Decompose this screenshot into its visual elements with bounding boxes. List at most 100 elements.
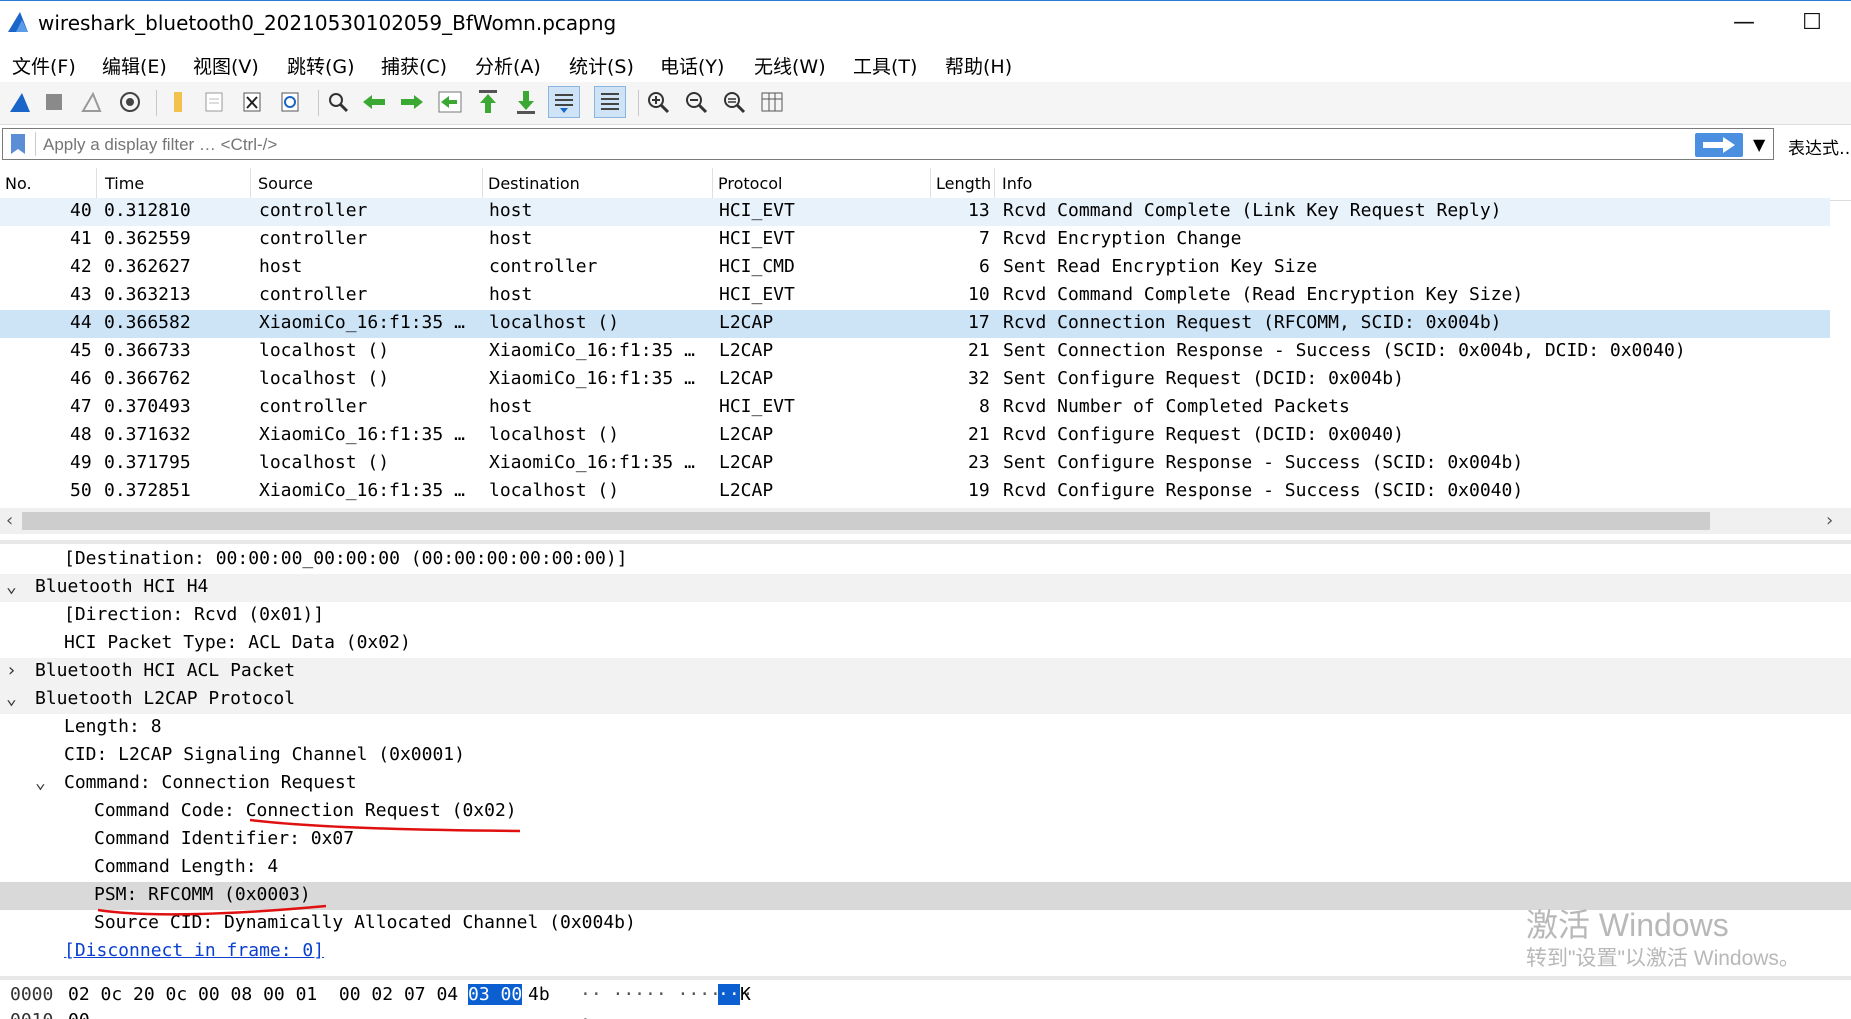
scroll-thumb[interactable]: [22, 512, 1710, 530]
menu-capture[interactable]: 捕获(C): [381, 52, 447, 79]
bytes-ascii: ·: [580, 1010, 591, 1019]
minimize-button[interactable]: —: [1724, 7, 1764, 39]
packet-protocol: L2CAP: [719, 424, 774, 445]
reload-icon[interactable]: [274, 86, 306, 118]
menu-statistics[interactable]: 统计(S): [569, 52, 634, 79]
window-title: wireshark_bluetooth0_20210530102059_BfWo…: [38, 11, 617, 35]
packet-row[interactable]: 48 0.371632 XiaomiCo_16:f1:35 … localhos…: [0, 422, 1830, 450]
packet-info: Sent Configure Request (DCID: 0x004b): [1003, 368, 1404, 389]
shark-fin-icon[interactable]: [4, 86, 36, 118]
bytes-ascii: K: [740, 984, 751, 1005]
column-protocol[interactable]: Protocol: [718, 174, 782, 193]
scroll-right-icon[interactable]: ›: [1826, 510, 1833, 531]
go-forward-icon[interactable]: [396, 86, 428, 118]
packet-source: localhost (): [259, 340, 390, 361]
packet-list-hscrollbar[interactable]: ‹ ›: [0, 508, 1851, 534]
menu-go[interactable]: 跳转(G): [287, 52, 355, 79]
packet-source: XiaomiCo_16:f1:35 …: [259, 480, 465, 501]
packet-info: Sent Configure Response - Success (SCID:…: [1003, 452, 1524, 473]
first-packet-icon[interactable]: [472, 86, 504, 118]
packet-row[interactable]: 43 0.363213 controller host HCI_EVT 10 R…: [0, 282, 1830, 310]
column-time[interactable]: Time: [105, 174, 144, 193]
last-packet-icon[interactable]: [510, 86, 542, 118]
pane-splitter[interactable]: [0, 540, 1851, 544]
activation-watermark-title: 激活 Windows: [1526, 907, 1729, 943]
display-filter-input[interactable]: [41, 132, 1685, 158]
filter-history-dropdown[interactable]: ▼: [1753, 135, 1765, 154]
menu-file[interactable]: 文件(F): [12, 52, 76, 79]
bytes-row[interactable]: 0000 02 0c 20 0c 00 08 00 01 00 02 07 04…: [0, 982, 753, 1010]
packet-row[interactable]: 40 0.312810 controller host HCI_EVT 13 R…: [0, 198, 1830, 226]
normal-size-icon[interactable]: [718, 86, 750, 118]
packet-row[interactable]: 42 0.362627 host controller HCI_CMD 6 Se…: [0, 254, 1830, 282]
packet-time: 0.366762: [104, 368, 191, 389]
bytes-row[interactable]: 0010 00 ·: [0, 1008, 591, 1019]
column-destination[interactable]: Destination: [488, 174, 580, 193]
menu-telephony[interactable]: 电话(Y): [660, 52, 724, 79]
packet-destination: controller: [489, 256, 598, 277]
filter-bookmark-icon[interactable]: [11, 134, 25, 154]
packet-protocol: HCI_EVT: [719, 284, 795, 305]
apply-filter-button[interactable]: [1695, 133, 1743, 157]
expression-button[interactable]: 表达式…: [1788, 134, 1851, 159]
activation-watermark-subtitle: 转到"设置"以激活 Windows。: [1526, 947, 1800, 970]
save-icon[interactable]: [198, 86, 230, 118]
packet-protocol: L2CAP: [719, 480, 774, 501]
packet-info: Rcvd Number of Completed Packets: [1003, 396, 1350, 417]
maximize-button[interactable]: ☐: [1792, 7, 1832, 39]
display-filter-field[interactable]: ▼: [2, 128, 1774, 160]
packet-row[interactable]: 49 0.371795 localhost () XiaomiCo_16:f1:…: [0, 450, 1830, 478]
menu-tools[interactable]: 工具(T): [853, 52, 917, 79]
menu-bar: 文件(F) 编辑(E) 视图(V) 跳转(G) 捕获(C) 分析(A) 统计(S…: [0, 46, 1851, 82]
menu-edit[interactable]: 编辑(E): [102, 52, 167, 79]
menu-wireless[interactable]: 无线(W): [754, 52, 826, 79]
packet-no: 45: [70, 340, 92, 361]
go-to-packet-icon[interactable]: [434, 86, 466, 118]
packet-destination: XiaomiCo_16:f1:35 …: [489, 452, 695, 473]
column-info[interactable]: Info: [1002, 174, 1032, 193]
zoom-out-icon[interactable]: [680, 86, 712, 118]
packet-protocol: HCI_EVT: [719, 228, 795, 249]
bytes-ascii-selected: ··: [718, 984, 740, 1005]
packet-row[interactable]: 46 0.366762 localhost () XiaomiCo_16:f1:…: [0, 366, 1830, 394]
column-length[interactable]: Length: [936, 174, 991, 193]
packet-no: 46: [70, 368, 92, 389]
go-back-icon[interactable]: [358, 86, 390, 118]
packet-time: 0.366733: [104, 340, 191, 361]
packet-protocol: L2CAP: [719, 452, 774, 473]
autoscroll-icon[interactable]: [548, 86, 580, 118]
packet-destination: host: [489, 396, 533, 417]
stop-icon[interactable]: [38, 86, 70, 118]
packet-no: 50: [70, 480, 92, 501]
packet-row[interactable]: 45 0.366733 localhost () XiaomiCo_16:f1:…: [0, 338, 1830, 366]
column-no[interactable]: No.: [5, 174, 32, 193]
packet-source: XiaomiCo_16:f1:35 …: [259, 424, 465, 445]
packet-protocol: HCI_EVT: [719, 396, 795, 417]
packet-info: Rcvd Configure Request (DCID: 0x0040): [1003, 424, 1404, 445]
menu-help[interactable]: 帮助(H): [945, 52, 1012, 79]
column-source[interactable]: Source: [258, 174, 313, 193]
resize-columns-icon[interactable]: [756, 86, 788, 118]
packet-row[interactable]: 47 0.370493 controller host HCI_EVT 8 Rc…: [0, 394, 1830, 422]
packet-row[interactable]: 41 0.362559 controller host HCI_EVT 7 Rc…: [0, 226, 1830, 254]
close-file-icon[interactable]: [236, 86, 268, 118]
packet-source: host: [259, 256, 303, 277]
packet-info: Rcvd Encryption Change: [1003, 228, 1242, 249]
packet-protocol: L2CAP: [719, 312, 774, 333]
colorize-icon[interactable]: [594, 86, 626, 118]
menu-view[interactable]: 视图(V): [193, 52, 259, 79]
scroll-left-icon[interactable]: ‹: [6, 510, 13, 531]
menu-analyze[interactable]: 分析(A): [475, 52, 541, 79]
packet-protocol: L2CAP: [719, 340, 774, 361]
restart-icon[interactable]: [76, 86, 108, 118]
packet-row-selected[interactable]: 44 0.366582 XiaomiCo_16:f1:35 … localhos…: [0, 310, 1830, 338]
zoom-in-icon[interactable]: [642, 86, 674, 118]
open-folder-icon[interactable]: [162, 86, 194, 118]
packet-no: 49: [70, 452, 92, 473]
find-icon[interactable]: [322, 86, 354, 118]
packet-source: localhost (): [259, 452, 390, 473]
packet-length: 6: [979, 256, 990, 277]
packet-row[interactable]: 50 0.372851 XiaomiCo_16:f1:35 … localhos…: [0, 478, 1830, 506]
options-gear-icon[interactable]: [114, 86, 146, 118]
packet-source: localhost (): [259, 368, 390, 389]
